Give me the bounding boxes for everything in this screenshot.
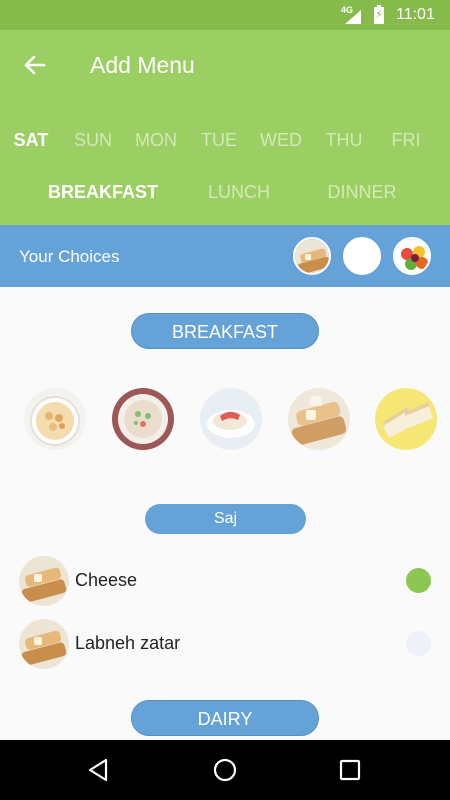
item-name: Cheese [75, 570, 138, 590]
breakfast-section-button[interactable]: BREAKFAST [131, 313, 319, 349]
back-nav-button[interactable] [86, 757, 112, 783]
cereal-food-option[interactable] [24, 388, 86, 450]
status-time: 11:01 [396, 6, 435, 23]
circle-home-icon [213, 758, 237, 782]
cereal-bowl-icon [24, 388, 86, 450]
soup-bowl-icon [112, 388, 174, 450]
tab-thu[interactable]: THU [314, 130, 374, 151]
square-recents-icon [339, 759, 361, 781]
saj-roll-icon [295, 239, 329, 273]
sandwich-food-option[interactable] [375, 388, 437, 450]
choice-saj-thumb[interactable] [293, 237, 331, 275]
tab-breakfast[interactable]: BREAKFAST [48, 182, 158, 203]
tab-sun[interactable]: SUN [63, 130, 123, 151]
tab-sat[interactable]: SAT [1, 130, 61, 151]
tab-fri[interactable]: FRI [376, 130, 436, 151]
dairy-section-button[interactable]: DAIRY [131, 700, 319, 736]
tab-tue[interactable]: TUE [189, 130, 249, 151]
app-bar: Add Menu [0, 30, 450, 100]
labneh-saj-thumb [19, 619, 69, 669]
tabs-area: SAT SUN MON TUE WED THU FRI BREAKFAST LU… [0, 100, 450, 225]
unselected-indicator[interactable] [406, 631, 431, 656]
fruit-salad-icon [395, 239, 429, 273]
saj-roll-icon [288, 388, 350, 450]
choice-empty-slot[interactable] [343, 237, 381, 275]
item-name: Labneh zatar [75, 633, 181, 653]
cheese-saj-thumb [19, 556, 69, 606]
club-sandwich-icon [375, 388, 437, 450]
back-arrow-icon[interactable] [18, 48, 52, 82]
your-choices-bar: Your Choices [0, 225, 450, 287]
tab-mon[interactable]: MON [126, 130, 186, 151]
selected-indicator[interactable] [406, 568, 431, 593]
saj-roll-icon [19, 556, 69, 606]
signal-icon [345, 10, 361, 24]
navigation-bar [0, 740, 450, 800]
list-item-labneh-zatar[interactable]: Labneh zatar [0, 616, 450, 672]
triangle-back-icon [88, 758, 108, 782]
open-sandwich-icon [200, 388, 262, 450]
arrow-left-icon [24, 55, 46, 75]
your-choices-label: Your Choices [19, 247, 120, 266]
saj-roll-icon [19, 619, 69, 669]
choice-fruit-thumb[interactable] [393, 237, 431, 275]
status-bar: 4G 11:01 [0, 0, 450, 30]
page-title: Add Menu [90, 52, 195, 78]
recents-nav-button[interactable] [337, 757, 363, 783]
toast-food-option[interactable] [200, 388, 262, 450]
soup-food-option[interactable] [112, 388, 174, 450]
home-nav-button[interactable] [212, 757, 238, 783]
tab-dinner[interactable]: DINNER [322, 182, 402, 203]
saj-subsection-button[interactable]: Saj [145, 504, 306, 534]
list-item-cheese[interactable]: Cheese [0, 553, 450, 609]
tab-lunch[interactable]: LUNCH [200, 182, 278, 203]
saj-food-option[interactable] [288, 388, 350, 450]
tab-wed[interactable]: WED [251, 130, 311, 151]
battery-icon [374, 5, 384, 24]
